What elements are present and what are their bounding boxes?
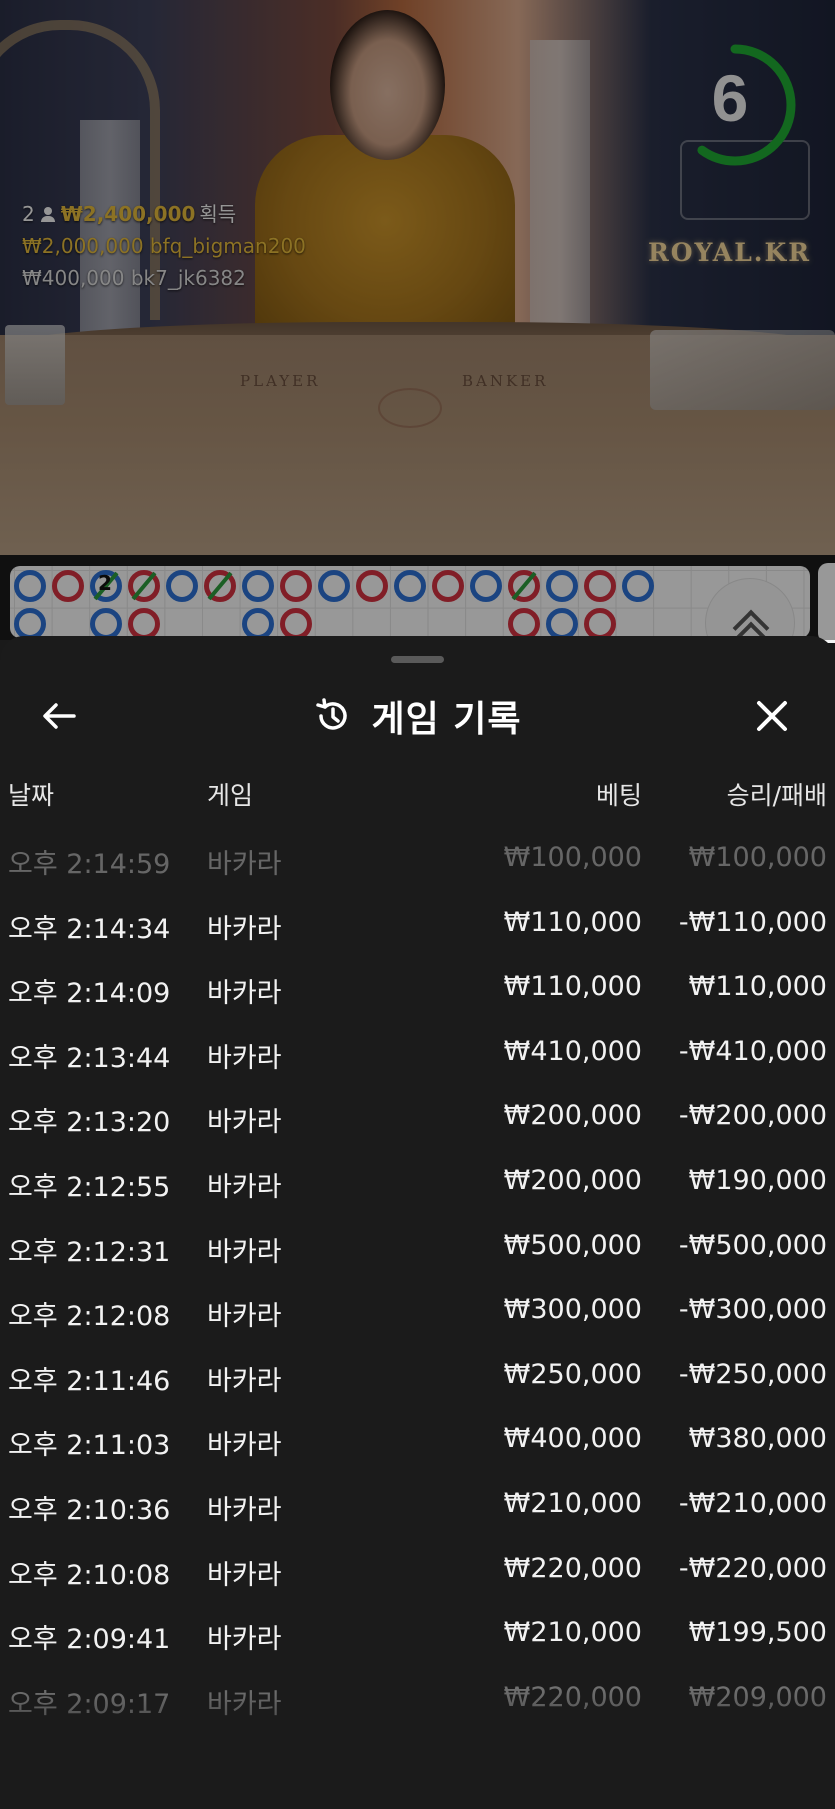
history-cell-game: 바카라 [207, 1301, 282, 1333]
history-cell-bet: ₩250,000 [503, 1358, 642, 1390]
history-cell-bet: ₩220,000 [503, 1552, 642, 1584]
history-table-header: 날짜 게임 베팅 승리/패배 [0, 776, 835, 816]
history-cell-game: 바카라 [207, 1430, 282, 1462]
history-row[interactable]: 오후 2:12:31 바카라 ₩500,000 -₩500,000 [0, 1222, 835, 1287]
history-cell-time: 오후 2:10:08 [8, 1559, 171, 1591]
history-row[interactable]: 오후 2:09:41 바카라 ₩210,000 ₩199,500 [0, 1609, 835, 1674]
history-cell-game: 바카라 [207, 1688, 282, 1720]
history-row[interactable]: 오후 2:09:17 바카라 ₩220,000 ₩209,000 [0, 1674, 835, 1739]
history-cell-result: -₩210,000 [678, 1487, 827, 1519]
history-cell-time: 오후 2:12:08 [8, 1301, 171, 1333]
history-row[interactable]: 오후 2:14:34 바카라 ₩110,000 -₩110,000 [0, 899, 835, 964]
history-cell-result: ₩110,000 [688, 971, 827, 1003]
history-cell-bet: ₩500,000 [503, 1229, 642, 1261]
close-button[interactable] [750, 694, 794, 738]
history-row[interactable]: 오후 2:12:08 바카라 ₩300,000 -₩300,000 [0, 1286, 835, 1351]
column-header-win-loss: 승리/패배 [726, 781, 827, 810]
history-cell-result: -₩500,000 [678, 1229, 827, 1261]
history-row[interactable]: 오후 2:11:46 바카라 ₩250,000 -₩250,000 [0, 1351, 835, 1416]
history-row[interactable]: 오후 2:10:08 바카라 ₩220,000 -₩220,000 [0, 1545, 835, 1610]
history-cell-time: 오후 2:14:59 [8, 849, 171, 880]
history-cell-time: 오후 2:11:03 [8, 1430, 171, 1462]
history-cell-bet: ₩400,000 [503, 1423, 642, 1455]
history-cell-game: 바카라 [207, 1494, 282, 1526]
history-cell-game: 바카라 [207, 849, 282, 880]
history-cell-result: -₩110,000 [678, 906, 827, 938]
history-cell-result: -₩200,000 [678, 1100, 827, 1132]
game-history-sheet: 게임 기록 날짜 게임 베팅 승리/패배 오후 2:14:59 바카라 ₩100,0… [0, 636, 835, 1809]
history-row[interactable]: 오후 2:14:09 바카라 ₩110,000 ₩110,000 [0, 963, 835, 1028]
column-header-date: 날짜 [8, 781, 55, 810]
history-cell-bet: ₩220,000 [503, 1681, 642, 1713]
history-cell-bet: ₩100,000 [503, 842, 642, 873]
history-icon [313, 696, 353, 736]
history-cell-time: 오후 2:12:31 [8, 1236, 171, 1268]
history-cell-game: 바카라 [207, 1365, 282, 1397]
history-cell-time: 오후 2:11:46 [8, 1365, 171, 1397]
history-cell-bet: ₩200,000 [503, 1164, 642, 1196]
arrow-left-icon [43, 703, 76, 729]
history-cell-time: 오후 2:12:55 [8, 1171, 171, 1203]
history-cell-result: -₩220,000 [678, 1552, 827, 1584]
history-cell-bet: ₩110,000 [503, 906, 642, 938]
history-cell-game: 바카라 [207, 1107, 282, 1139]
history-cell-result: ₩199,500 [688, 1617, 827, 1649]
history-cell-time: 오후 2:14:09 [8, 978, 171, 1010]
background-dim-overlay[interactable] [0, 0, 835, 640]
sheet-title-group: 게임 기록 [0, 676, 835, 756]
column-header-bet: 베팅 [595, 781, 642, 810]
history-cell-result: -₩410,000 [678, 1035, 827, 1067]
history-table-body: 오후 2:14:59 바카라 ₩100,000 ₩100,000 오후 2:14:34 바… [0, 834, 835, 1738]
column-header-game: 게임 [207, 781, 254, 810]
history-row[interactable]: 오후 2:14:59 바카라 ₩100,000 ₩100,000 [0, 834, 835, 899]
back-button[interactable] [38, 694, 82, 738]
history-row[interactable]: 오후 2:11:03 바카라 ₩400,000 ₩380,000 [0, 1415, 835, 1480]
history-cell-game: 바카라 [207, 978, 282, 1010]
history-cell-bet: ₩300,000 [503, 1294, 642, 1326]
history-cell-result: ₩380,000 [688, 1423, 827, 1455]
history-row[interactable]: 오후 2:13:44 바카라 ₩410,000 -₩410,000 [0, 1028, 835, 1093]
history-cell-time: 오후 2:13:20 [8, 1107, 171, 1139]
history-row[interactable]: 오후 2:10:36 바카라 ₩210,000 -₩210,000 [0, 1480, 835, 1545]
history-cell-result: -₩300,000 [678, 1294, 827, 1326]
history-cell-bet: ₩200,000 [503, 1100, 642, 1132]
history-cell-time: 오후 2:09:17 [8, 1688, 171, 1720]
close-icon [757, 701, 787, 731]
history-cell-bet: ₩110,000 [503, 971, 642, 1003]
history-cell-time: 오후 2:14:34 [8, 913, 171, 945]
history-cell-game: 바카라 [207, 1559, 282, 1591]
history-cell-game: 바카라 [207, 1236, 282, 1268]
history-cell-game: 바카라 [207, 1171, 282, 1203]
history-cell-time: 오후 2:13:44 [8, 1042, 171, 1074]
history-cell-game: 바카라 [207, 913, 282, 945]
history-cell-game: 바카라 [207, 1624, 282, 1656]
history-cell-result: ₩209,000 [688, 1681, 827, 1713]
history-cell-time: 오후 2:10:36 [8, 1494, 171, 1526]
history-row[interactable]: 오후 2:13:20 바카라 ₩200,000 -₩200,000 [0, 1092, 835, 1157]
history-cell-result: -₩250,000 [678, 1358, 827, 1390]
history-cell-result: ₩190,000 [688, 1164, 827, 1196]
history-cell-result: ₩100,000 [688, 842, 827, 873]
sheet-title: 게임 기록 [371, 699, 522, 740]
history-row[interactable]: 오후 2:12:55 바카라 ₩200,000 ₩190,000 [0, 1157, 835, 1222]
sheet-drag-handle[interactable] [391, 656, 444, 663]
history-cell-bet: ₩210,000 [503, 1617, 642, 1649]
sheet-header: 게임 기록 [0, 676, 835, 756]
history-cell-time: 오후 2:09:41 [8, 1624, 171, 1656]
history-cell-bet: ₩210,000 [503, 1487, 642, 1519]
history-cell-game: 바카라 [207, 1042, 282, 1074]
history-cell-bet: ₩410,000 [503, 1035, 642, 1067]
